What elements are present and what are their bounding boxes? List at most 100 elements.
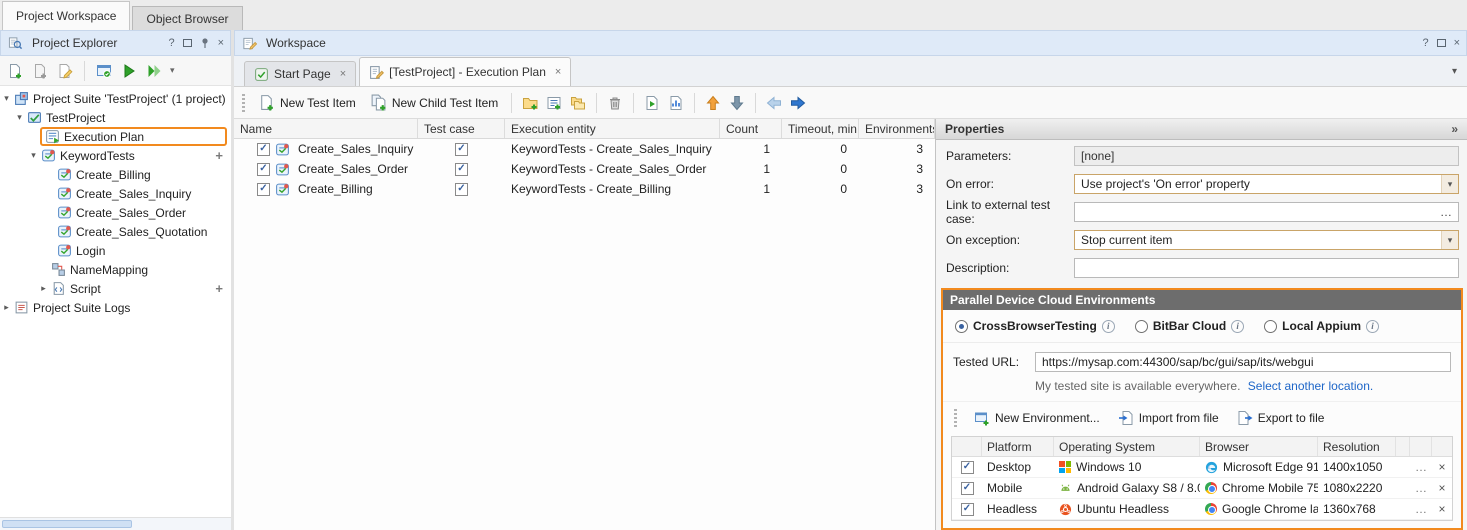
row-options-button[interactable]: … xyxy=(1410,481,1432,495)
provider-bitbar-cloud[interactable]: BitBar Cloud i xyxy=(1135,319,1244,333)
toolbar-overflow-chevron[interactable]: ▾ xyxy=(168,65,177,76)
tree-item-login[interactable]: Login xyxy=(0,241,231,260)
environment-row[interactable]: ✓ Headless Ubuntu Headless Google Chrome… xyxy=(952,499,1452,520)
test-case-checkbox[interactable]: ✓ xyxy=(455,143,468,156)
help-icon[interactable]: ? xyxy=(168,38,174,49)
toolbar-grip[interactable] xyxy=(242,94,245,112)
table-row[interactable]: ✓ Create_Sales_Order ✓ KeywordTests - Cr… xyxy=(234,159,935,179)
chevron-down-icon[interactable]: ▾ xyxy=(1441,231,1458,249)
edit-item-button[interactable] xyxy=(54,60,76,82)
add-existing-item-button[interactable] xyxy=(29,60,51,82)
float-window-icon[interactable] xyxy=(1437,39,1446,47)
add-keyword-test-button[interactable]: + xyxy=(215,148,223,163)
browse-ellipsis-button[interactable]: … xyxy=(1434,205,1458,219)
pin-icon[interactable] xyxy=(200,37,210,49)
row-options-button[interactable]: … xyxy=(1410,460,1432,474)
collapse-panel-icon[interactable]: » xyxy=(1451,122,1458,136)
tab-execution-plan[interactable]: [TestProject] - Execution Plan × xyxy=(359,57,571,86)
row-options-button[interactable]: … xyxy=(1410,502,1432,516)
row-enabled-checkbox[interactable]: ✓ xyxy=(257,163,270,176)
test-case-checkbox[interactable]: ✓ xyxy=(455,163,468,176)
move-up-button[interactable] xyxy=(702,92,724,114)
column-header-test-case[interactable]: Test case xyxy=(418,119,505,138)
run-focused-item-button[interactable] xyxy=(641,92,663,114)
tree-expander-icon[interactable]: ▸ xyxy=(0,302,13,313)
column-header-timeout[interactable]: Timeout, min xyxy=(782,119,859,138)
radio-button[interactable] xyxy=(1135,320,1148,333)
row-enabled-checkbox[interactable]: ✓ xyxy=(257,183,270,196)
add-script-button[interactable]: + xyxy=(215,281,223,296)
run-project-suite-button[interactable] xyxy=(143,60,165,82)
provider-local-appium[interactable]: Local Appium i xyxy=(1264,319,1379,333)
column-header-count[interactable]: Count xyxy=(720,119,782,138)
import-from-file-button[interactable]: Import from file xyxy=(1112,408,1225,428)
environment-checkbox[interactable]: ✓ xyxy=(961,482,974,495)
tab-start-page[interactable]: Start Page × xyxy=(244,61,356,86)
delete-button[interactable] xyxy=(604,92,626,114)
test-case-checkbox[interactable]: ✓ xyxy=(455,183,468,196)
close-tab-icon[interactable]: × xyxy=(555,66,561,78)
provider-crossbrowsertesting[interactable]: CrossBrowserTesting i xyxy=(955,319,1115,333)
new-child-test-item-button[interactable]: New Child Test Item xyxy=(364,92,504,113)
tree-item-project-suite[interactable]: ▾ Project Suite 'TestProject' (1 project… xyxy=(0,89,231,108)
tree-item-project-suite-logs[interactable]: ▸ Project Suite Logs xyxy=(0,298,231,317)
tree-item-script[interactable]: ▸ Script + xyxy=(0,279,231,298)
outdent-item-button[interactable] xyxy=(763,92,785,114)
toolbar-grip[interactable] xyxy=(954,409,957,427)
copy-group-button[interactable] xyxy=(567,92,589,114)
enable-project-button[interactable] xyxy=(93,60,115,82)
info-icon[interactable]: i xyxy=(1231,320,1244,333)
tree-item-execution-plan[interactable]: Execution Plan xyxy=(0,127,231,146)
radio-button[interactable] xyxy=(955,320,968,333)
on-exception-select[interactable]: Stop current item ▾ xyxy=(1074,230,1459,250)
chevron-down-icon[interactable]: ▾ xyxy=(1441,175,1458,193)
tree-expander-icon[interactable]: ▸ xyxy=(37,283,50,294)
close-icon[interactable]: × xyxy=(218,38,224,49)
new-list-button[interactable] xyxy=(543,92,565,114)
tree-item-create-sales-order[interactable]: Create_Sales_Order xyxy=(0,203,231,222)
tree-item-create-billing[interactable]: Create_Billing xyxy=(0,165,231,184)
column-header-environments[interactable]: Environments xyxy=(859,119,935,138)
tab-object-browser[interactable]: Object Browser xyxy=(132,6,242,30)
radio-button[interactable] xyxy=(1264,320,1277,333)
tested-url-input[interactable] xyxy=(1036,353,1450,371)
environment-checkbox[interactable]: ✓ xyxy=(961,461,974,474)
column-header-browser[interactable]: Browser xyxy=(1200,437,1318,456)
help-icon[interactable]: ? xyxy=(1422,38,1428,49)
environment-row[interactable]: ✓ Mobile Android Galaxy S8 / 8.0 Chrome … xyxy=(952,478,1452,499)
tree-expander-icon[interactable]: ▾ xyxy=(27,150,40,161)
tree-item-create-sales-quotation[interactable]: Create_Sales_Quotation xyxy=(0,222,231,241)
environment-checkbox[interactable]: ✓ xyxy=(961,503,974,516)
environment-row[interactable]: ✓ Desktop Windows 10 Microsoft Edge 91 1… xyxy=(952,457,1452,478)
close-tab-icon[interactable]: × xyxy=(340,68,346,80)
column-header-operating-system[interactable]: Operating System xyxy=(1054,437,1200,456)
show-report-button[interactable] xyxy=(665,92,687,114)
tab-project-workspace[interactable]: Project Workspace xyxy=(2,1,130,30)
scrollbar-thumb[interactable] xyxy=(2,520,132,528)
new-environment-button[interactable]: New Environment... xyxy=(968,408,1106,428)
row-enabled-checkbox[interactable]: ✓ xyxy=(257,143,270,156)
indent-item-button[interactable] xyxy=(787,92,809,114)
remove-environment-button[interactable]: × xyxy=(1432,481,1452,495)
table-row[interactable]: ✓ Create_Sales_Inquiry ✓ KeywordTests - … xyxy=(234,139,935,159)
remove-environment-button[interactable]: × xyxy=(1432,460,1452,474)
column-header-resolution[interactable]: Resolution xyxy=(1318,437,1396,456)
select-location-link[interactable]: Select another location. xyxy=(1248,379,1373,393)
new-test-item-button[interactable]: New Test Item xyxy=(252,92,362,113)
description-input[interactable] xyxy=(1075,259,1458,277)
tree-item-namemapping[interactable]: NameMapping xyxy=(0,260,231,279)
column-header-name[interactable]: Name xyxy=(234,119,418,138)
export-to-file-button[interactable]: Export to file xyxy=(1231,408,1331,428)
float-window-icon[interactable] xyxy=(183,39,192,47)
parameters-field[interactable]: [none] xyxy=(1074,146,1459,166)
tree-item-keywordtests[interactable]: ▾ KeywordTests + xyxy=(0,146,231,165)
column-header-platform[interactable]: Platform xyxy=(982,437,1054,456)
run-project-button[interactable] xyxy=(118,60,140,82)
tree-item-create-sales-inquiry[interactable]: Create_Sales_Inquiry xyxy=(0,184,231,203)
add-new-item-button[interactable] xyxy=(4,60,26,82)
move-down-button[interactable] xyxy=(726,92,748,114)
table-row[interactable]: ✓ Create_Billing ✓ KeywordTests - Create… xyxy=(234,179,935,199)
tree-expander-icon[interactable]: ▾ xyxy=(0,93,13,104)
remove-environment-button[interactable]: × xyxy=(1432,502,1452,516)
new-group-button[interactable] xyxy=(519,92,541,114)
